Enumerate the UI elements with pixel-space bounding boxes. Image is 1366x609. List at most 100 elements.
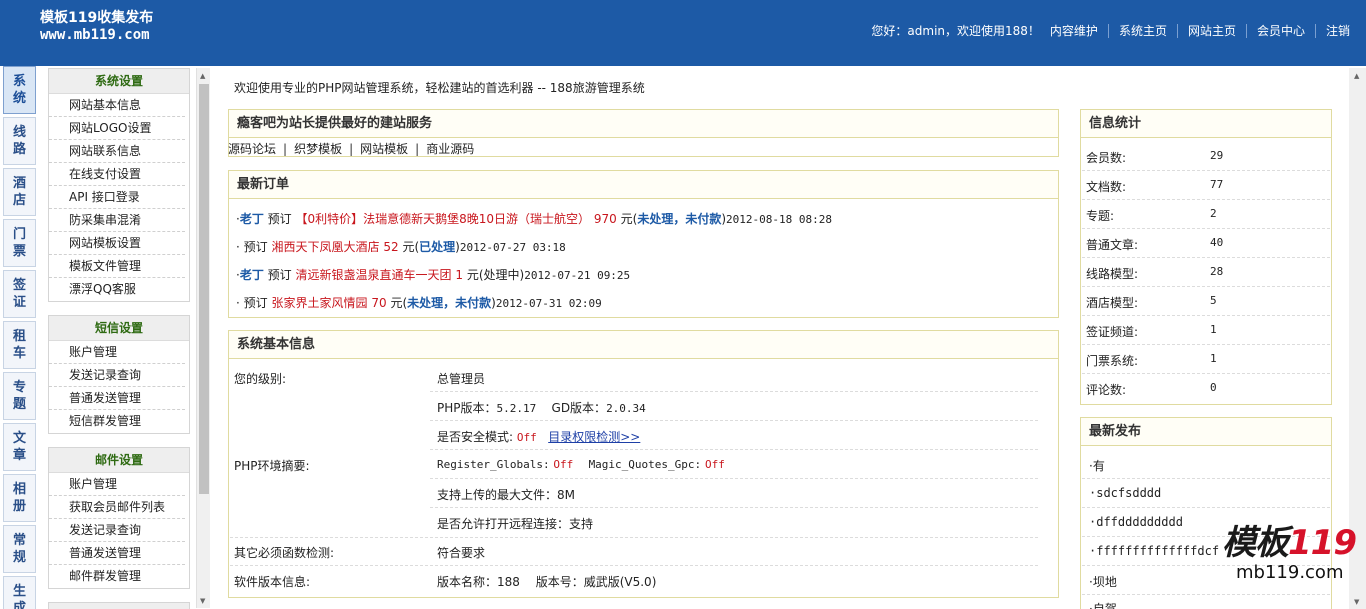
menu-group-title[interactable]: 短信设置: [49, 316, 189, 341]
row-divider: [1082, 228, 1330, 229]
menu-item[interactable]: 普通发送管理: [49, 387, 185, 410]
menu-group-title[interactable]: 邮件设置: [49, 448, 189, 473]
order-price: 970: [593, 212, 617, 226]
order-user[interactable]: 老丁: [240, 212, 264, 226]
menu-item[interactable]: 在线支付设置: [49, 163, 185, 186]
order-time: 2012-07-21 09:25: [524, 269, 631, 282]
panel-title: 最新订单: [229, 171, 1058, 199]
menu-item[interactable]: 短信群发管理: [49, 410, 185, 433]
menu-item[interactable]: 普通发送管理: [49, 542, 185, 565]
vertical-tab-bar: 系统 线路 酒店 门票 签证 租车 专题 文章 相册 常规 生成: [0, 66, 38, 609]
latest-item[interactable]: ·ffffffffffffffdcf: [1089, 544, 1219, 558]
menu-item[interactable]: API 接口登录: [49, 186, 185, 209]
link-source-forum[interactable]: 源码论坛: [228, 140, 276, 157]
stat-row: 文档数: 77: [1086, 178, 1326, 195]
stat-row: 门票系统: 1: [1086, 352, 1326, 369]
order-product[interactable]: 张家界土家风情园: [272, 296, 368, 310]
row-divider: [430, 449, 1038, 450]
vtab-article[interactable]: 文章: [3, 423, 36, 471]
order-product[interactable]: 【0利特价】法瑞意德新天鹅堡8晚10日游（瑞士航空）: [296, 212, 591, 226]
scrollbar-thumb[interactable]: [199, 84, 209, 494]
latest-item[interactable]: ·自驾: [1089, 600, 1117, 609]
nav-logout[interactable]: 注销: [1326, 22, 1350, 39]
link-commercial-source[interactable]: 商业源码: [426, 140, 474, 157]
row-divider: [1082, 594, 1330, 595]
vtab-label: 常规: [12, 533, 26, 565]
software-label: 软件版本信息:: [234, 575, 311, 589]
vtab-generate[interactable]: 生成: [3, 576, 36, 609]
vtab-general[interactable]: 常规: [3, 525, 36, 573]
panel-title: 瘾客吧为站长提供最好的建站服务: [229, 110, 1058, 138]
stat-label: 普通文章:: [1086, 238, 1139, 252]
menu-item[interactable]: 网站LOGO设置: [49, 117, 185, 140]
scroll-down-arrow-icon[interactable]: ▼: [200, 597, 205, 605]
max-upload-text: 支持上传的最大文件：8M: [437, 488, 575, 502]
menu-group-title[interactable]: 系统设置: [49, 69, 189, 94]
row-divider: [1082, 315, 1330, 316]
row-divider: [430, 478, 1038, 479]
order-user[interactable]: 老丁: [240, 268, 264, 282]
stat-label: 专题:: [1086, 209, 1115, 223]
menu-item[interactable]: 获取会员邮件列表: [49, 496, 185, 519]
order-product[interactable]: 清远新银盏温泉直通车一天团: [296, 268, 452, 282]
latest-item[interactable]: ·sdcfsdddd: [1089, 486, 1161, 500]
menu-item[interactable]: 防采集串混淆: [49, 209, 185, 232]
latest-item[interactable]: ·有: [1089, 457, 1105, 474]
stat-row: 签证频道: 1: [1086, 323, 1326, 340]
watermark-url: mb119.com: [1236, 562, 1344, 583]
vtab-label: 酒店: [12, 176, 26, 208]
site-logo[interactable]: 模板119收集发布 www.mb119.com: [40, 10, 153, 44]
link-dede-template[interactable]: 织梦模板: [294, 140, 342, 157]
order-price: 52: [383, 240, 399, 254]
vtab-route[interactable]: 线路: [3, 117, 36, 165]
stat-label: 评论数:: [1086, 383, 1127, 397]
vtab-label: 文章: [12, 431, 26, 463]
software-value: 版本名称：188 版本号：威武版(V5.0): [437, 575, 657, 589]
row-divider: [230, 565, 1038, 566]
menu-group-system: 系统设置 网站基本信息 网站LOGO设置 网站联系信息 在线支付设置 API 接…: [48, 68, 190, 302]
stat-row: 线路模型: 28: [1086, 265, 1326, 282]
nav-site-home[interactable]: 网站主页: [1188, 22, 1236, 39]
scroll-up-arrow-icon[interactable]: ▲: [1354, 72, 1359, 80]
menu-item[interactable]: 网站联系信息: [49, 140, 185, 163]
menu-item[interactable]: 账户管理: [49, 473, 185, 496]
stat-value: 2: [1210, 207, 1217, 220]
menu-item[interactable]: 账户管理: [49, 341, 185, 364]
vtab-car-rental[interactable]: 租车: [3, 321, 36, 369]
latest-item[interactable]: ·dffddddddddd: [1089, 515, 1183, 529]
menu-item[interactable]: 网站基本信息: [49, 94, 185, 117]
row-divider: [430, 420, 1038, 421]
nav-member-center[interactable]: 会员中心: [1257, 22, 1305, 39]
vtab-topic[interactable]: 专题: [3, 372, 36, 420]
nav-content-maintenance[interactable]: 内容维护: [1050, 22, 1098, 39]
menu-item[interactable]: 漂浮QQ客服: [49, 278, 185, 301]
link-divider: |: [283, 142, 288, 156]
latest-item[interactable]: ·坝地: [1089, 573, 1117, 590]
row-divider: [1082, 170, 1330, 171]
stat-label: 签证频道:: [1086, 325, 1139, 339]
menu-group-title[interactable]: [49, 603, 189, 609]
scroll-down-arrow-icon[interactable]: ▼: [1354, 598, 1359, 606]
nav-system-home[interactable]: 系统主页: [1119, 22, 1167, 39]
menu-item[interactable]: 网站模板设置: [49, 232, 185, 255]
vtab-ticket[interactable]: 门票: [3, 219, 36, 267]
menu-item[interactable]: 发送记录查询: [49, 364, 185, 387]
stat-value: 1: [1210, 323, 1217, 336]
vtab-hotel[interactable]: 酒店: [3, 168, 36, 216]
menu-item[interactable]: 发送记录查询: [49, 519, 185, 542]
menu-item[interactable]: 邮件群发管理: [49, 565, 185, 588]
menu-item[interactable]: 模板文件管理: [49, 255, 185, 278]
link-site-template[interactable]: 网站模板: [360, 140, 408, 157]
nav-divider: [1314, 23, 1316, 38]
vtab-album[interactable]: 相册: [3, 474, 36, 522]
panel-title: 信息统计: [1081, 110, 1331, 138]
vtab-system[interactable]: 系统: [3, 66, 36, 114]
scroll-up-arrow-icon[interactable]: ▲: [200, 72, 205, 80]
dir-permission-check-link[interactable]: 目录权限检测>>: [548, 430, 640, 444]
order-verb: 预订: [267, 268, 292, 282]
order-product[interactable]: 湘西天下凤凰大酒店: [272, 240, 380, 254]
row-divider: [430, 391, 1038, 392]
watermark-number: 119: [1288, 523, 1357, 563]
menu-scrollbar[interactable]: ▲ ▼: [196, 68, 210, 608]
vtab-visa[interactable]: 签证: [3, 270, 36, 318]
